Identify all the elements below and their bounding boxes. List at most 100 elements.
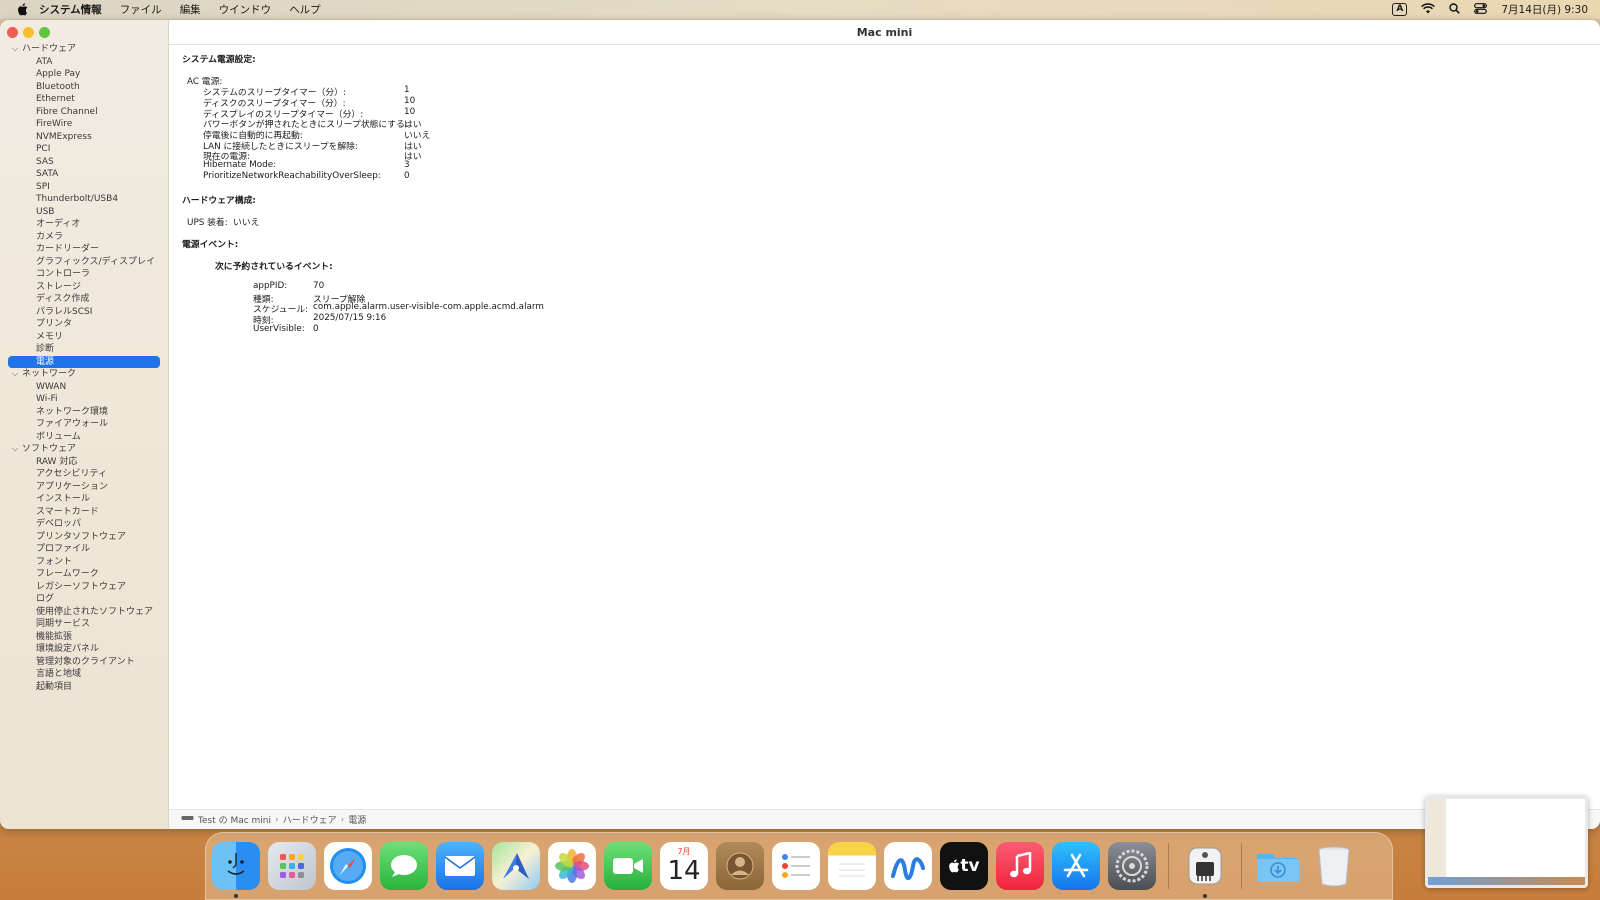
freeform-icon[interactable]: [884, 842, 932, 890]
sidebar-item[interactable]: 管理対象のクライアント: [0, 656, 169, 669]
sidebar-item[interactable]: Ethernet: [0, 93, 169, 106]
sidebar-item[interactable]: SAS: [0, 156, 169, 169]
sidebar-item[interactable]: PCI: [0, 143, 169, 156]
running-indicator: [1203, 894, 1207, 898]
notes-icon[interactable]: [828, 842, 876, 890]
sidebar-item[interactable]: SPI: [0, 181, 169, 194]
ac-row-value: 0: [404, 171, 410, 181]
sidebar-item[interactable]: ファイアウォール: [0, 418, 169, 431]
window-title: Mac mini: [169, 20, 1600, 45]
sidebar-item[interactable]: ATA: [0, 56, 169, 69]
sidebar-item[interactable]: フレームワーク: [0, 568, 169, 581]
sidebar-item[interactable]: ログ: [0, 593, 169, 606]
finder-icon[interactable]: [212, 842, 260, 898]
path-category[interactable]: ハードウェア: [283, 813, 337, 826]
sidebar-item[interactable]: RAW 対応: [0, 456, 169, 469]
chevron-down-icon[interactable]: ⌵: [12, 443, 22, 456]
wifi-icon[interactable]: [1421, 2, 1436, 17]
ups-value: いいえ: [233, 218, 260, 228]
safari-icon[interactable]: [324, 842, 372, 890]
menu-clock[interactable]: 7月14日(月) 9:30: [1501, 2, 1588, 17]
sidebar-item[interactable]: 同期サービス: [0, 618, 169, 631]
sidebar-item[interactable]: コントローラ: [0, 268, 169, 281]
menu-file[interactable]: ファイル: [120, 2, 162, 17]
trash-icon[interactable]: [1310, 842, 1358, 890]
sidebar-item[interactable]: 機能拡張: [0, 631, 169, 644]
sidebar-item[interactable]: インストール: [0, 493, 169, 506]
photos-icon[interactable]: [548, 842, 596, 890]
sidebar-item[interactable]: 診断: [0, 343, 169, 356]
sidebar-item[interactable]: グラフィックス/ディスプレイ: [0, 256, 169, 269]
system-settings-icon[interactable]: [1108, 842, 1156, 890]
screenshot-thumbnail[interactable]: [1425, 796, 1588, 888]
sidebar-item[interactable]: Bluetooth: [0, 81, 169, 94]
sidebar-item[interactable]: メモリ: [0, 331, 169, 344]
sidebar-item[interactable]: デベロッパ: [0, 518, 169, 531]
input-source-icon[interactable]: A: [1392, 3, 1408, 16]
menu-edit[interactable]: 編集: [180, 2, 201, 17]
sidebar-item[interactable]: カードリーダー: [0, 243, 169, 256]
reminders-icon[interactable]: [772, 842, 820, 890]
path-item[interactable]: 電源: [348, 813, 366, 826]
maps-icon[interactable]: [492, 842, 540, 890]
sidebar-item[interactable]: スマートカード: [0, 506, 169, 519]
sidebar-item[interactable]: Apple Pay: [0, 68, 169, 81]
sidebar-item[interactable]: プリンタ: [0, 318, 169, 331]
menu-window[interactable]: ウインドウ: [219, 2, 272, 17]
sidebar-item[interactable]: WWAN: [0, 381, 169, 394]
sidebar-item[interactable]: カメラ: [0, 231, 169, 244]
sidebar-item[interactable]: SATA: [0, 168, 169, 181]
menu-help[interactable]: ヘルプ: [289, 2, 321, 17]
sidebar-tree: ⌵ ハードウェア ATA Apple Pay Bluetooth Ethernet…: [0, 43, 169, 693]
sidebar-item[interactable]: 言語と地域: [0, 668, 169, 681]
sidebar-item[interactable]: FireWire: [0, 118, 169, 131]
power-events-heading: 電源イベント:: [182, 240, 239, 250]
sidebar-item[interactable]: Thunderbolt/USB4: [0, 193, 169, 206]
sidebar-item[interactable]: ボリューム: [0, 431, 169, 444]
sidebar-item[interactable]: レガシーソフトウェア: [0, 581, 169, 594]
sidebar-item[interactable]: ストレージ: [0, 281, 169, 294]
minimize-button[interactable]: [23, 27, 34, 38]
close-button[interactable]: [7, 27, 18, 38]
system-information-window: ⌵ ハードウェア ATA Apple Pay Bluetooth Ethernet…: [0, 20, 1600, 829]
facetime-icon[interactable]: [604, 842, 652, 890]
sidebar-item[interactable]: 環境設定パネル: [0, 643, 169, 656]
sidebar-item[interactable]: オーディオ: [0, 218, 169, 231]
sidebar-item[interactable]: ネットワーク環境: [0, 406, 169, 419]
sidebar-item[interactable]: パラレルSCSI: [0, 306, 169, 319]
sidebar-item[interactable]: NVMExpress: [0, 131, 169, 144]
sidebar-item[interactable]: Fibre Channel: [0, 106, 169, 119]
launchpad-icon[interactable]: [268, 842, 316, 890]
music-icon[interactable]: [996, 842, 1044, 890]
apple-icon[interactable]: [15, 3, 29, 17]
sidebar-item[interactable]: USB: [0, 206, 169, 219]
mail-icon[interactable]: [436, 842, 484, 890]
sidebar-item[interactable]: Wi-Fi: [0, 393, 169, 406]
sidebar-item[interactable]: プロファイル: [0, 543, 169, 556]
sidebar-item[interactable]: 起動項目: [0, 681, 169, 694]
menu-app-name[interactable]: システム情報: [39, 2, 102, 17]
contacts-icon[interactable]: [716, 842, 764, 890]
chevron-down-icon[interactable]: ⌵: [12, 43, 22, 56]
path-computer[interactable]: Test の Mac mini: [198, 813, 271, 826]
sidebar-item[interactable]: ディスク作成: [0, 293, 169, 306]
sidebar-item[interactable]: フォント: [0, 556, 169, 569]
control-center-icon[interactable]: [1474, 2, 1488, 17]
messages-icon[interactable]: [380, 842, 428, 890]
zoom-button[interactable]: [39, 27, 50, 38]
calendar-icon[interactable]: 7月 14: [660, 842, 708, 890]
sidebar-item[interactable]: プリンタソフトウェア: [0, 531, 169, 544]
apple-tv-icon[interactable]: tv: [940, 842, 988, 890]
chevron-down-icon[interactable]: ⌵: [12, 368, 22, 381]
section-hardware[interactable]: ⌵ ハードウェア: [0, 43, 169, 56]
spotlight-search-icon[interactable]: [1449, 2, 1461, 17]
sidebar-item[interactable]: 使用停止されたソフトウェア: [0, 606, 169, 619]
section-network[interactable]: ⌵ ネットワーク: [0, 368, 169, 381]
sidebar-item[interactable]: アプリケーション: [0, 481, 169, 494]
sidebar-item-selected[interactable]: 電源: [8, 355, 160, 368]
app-store-icon[interactable]: [1052, 842, 1100, 890]
system-information-icon[interactable]: [1181, 842, 1229, 898]
downloads-folder-icon[interactable]: [1254, 842, 1302, 890]
section-software[interactable]: ⌵ ソフトウェア: [0, 443, 169, 456]
sidebar-item[interactable]: アクセシビリティ: [0, 468, 169, 481]
